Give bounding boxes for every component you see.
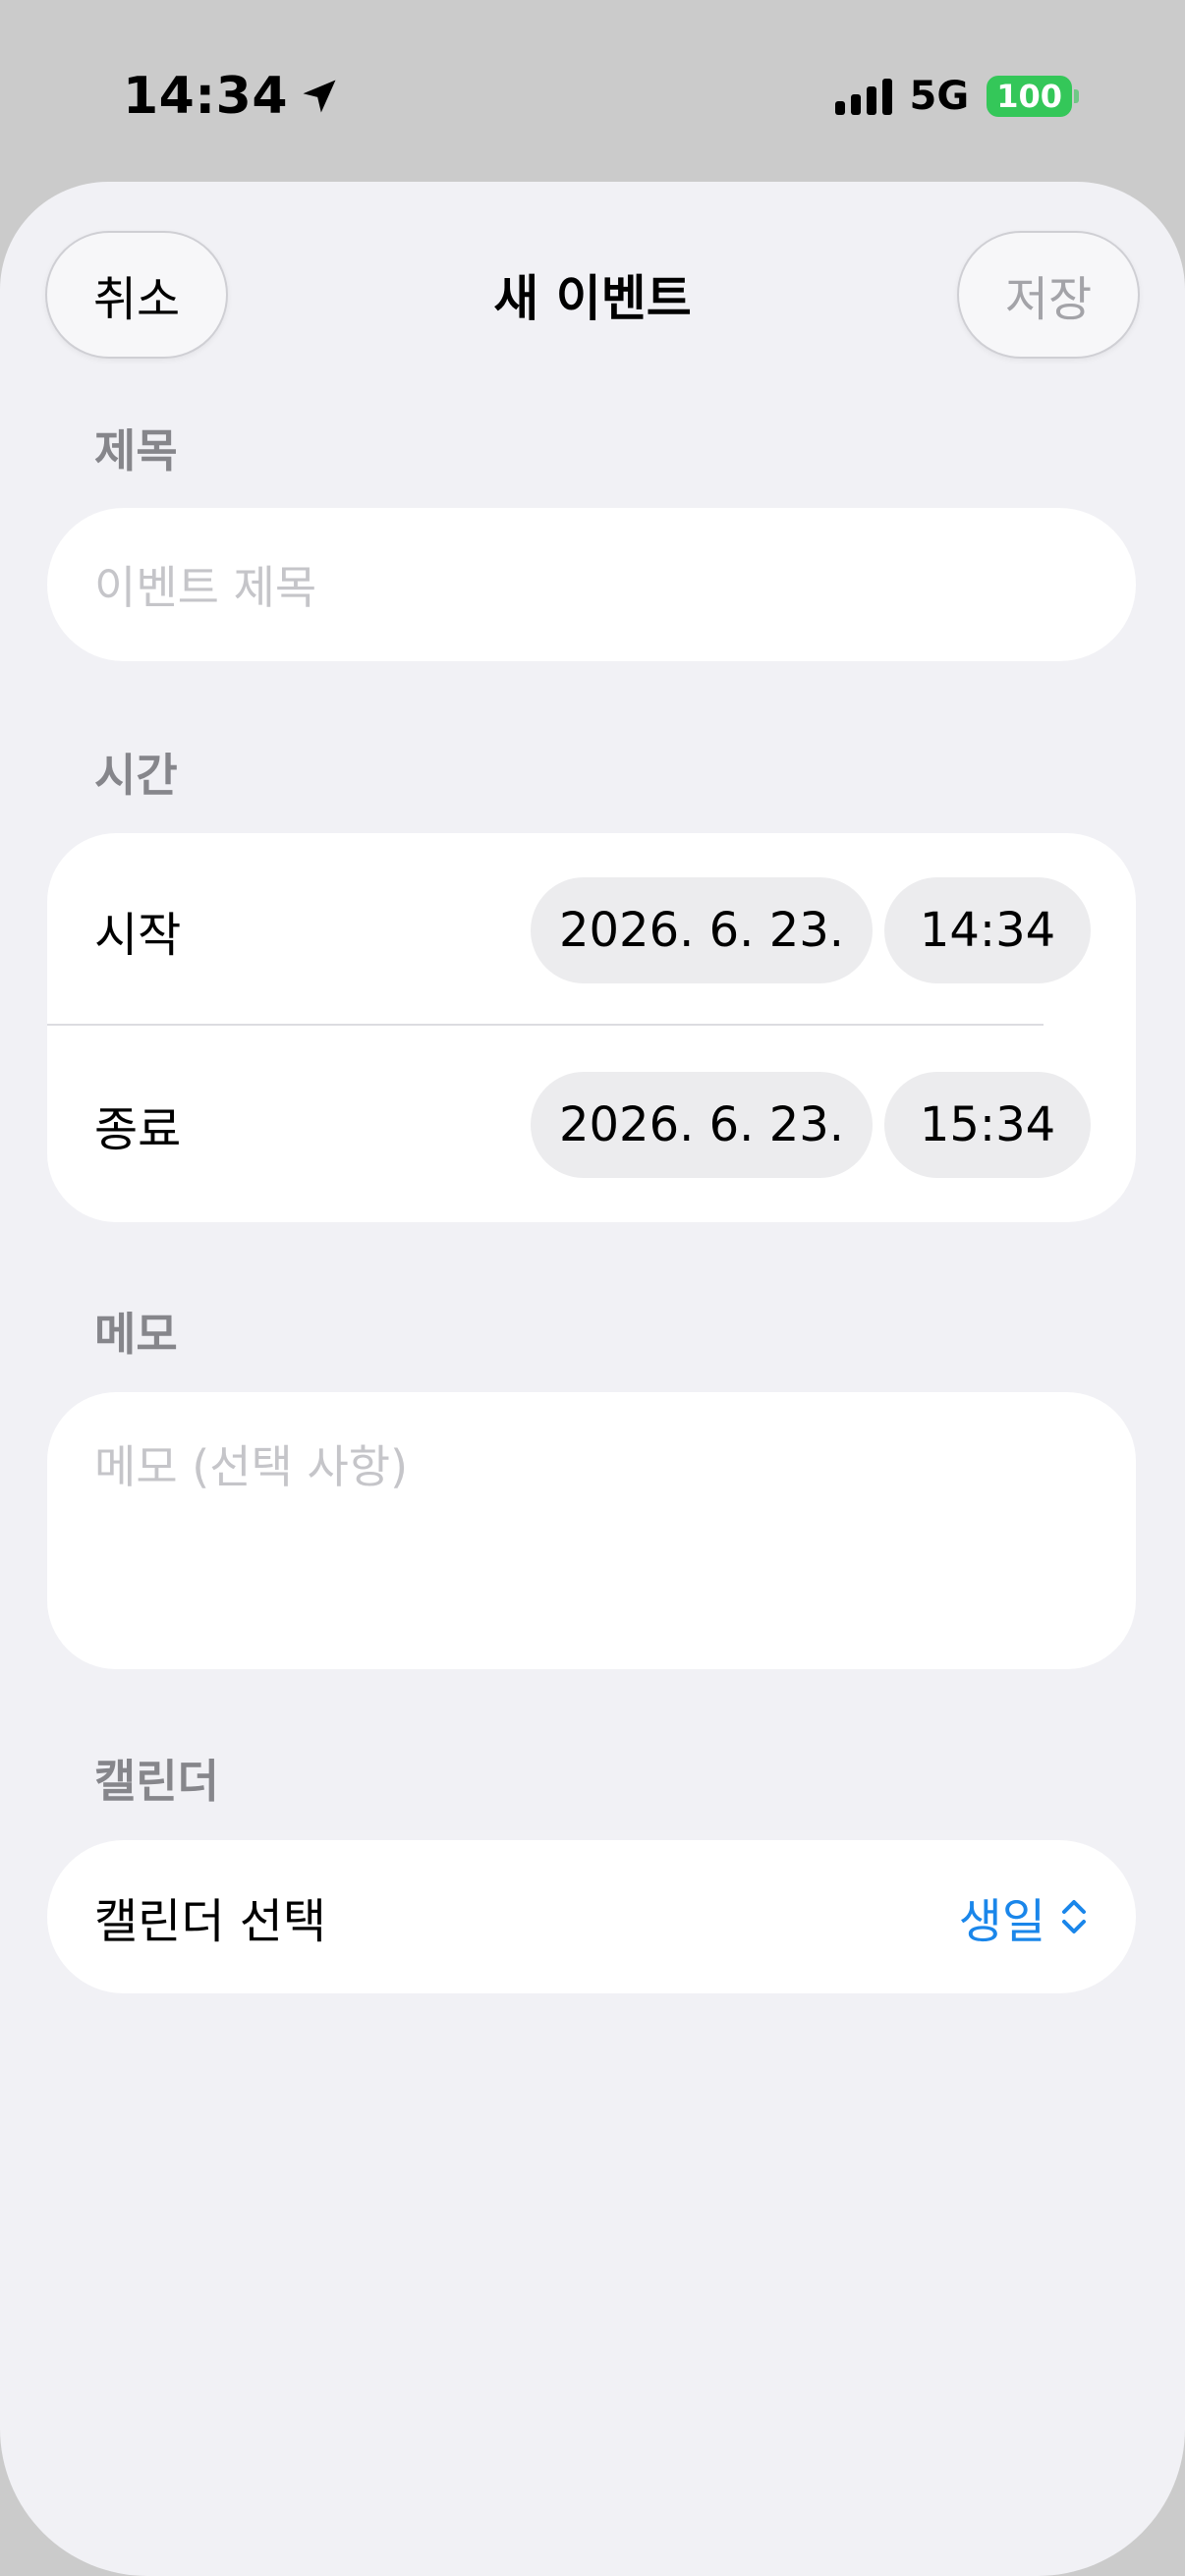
end-row: 종료 2026. 6. 23. 15:34 [47, 1028, 1136, 1222]
start-label: 시작 [94, 908, 182, 963]
calendar-row-label: 캘린더 선택 [94, 1894, 327, 1949]
end-time-button[interactable]: 15:34 [884, 1072, 1091, 1178]
calendar-section-label: 캘린더 [94, 1755, 219, 1808]
status-bar: 14:34 5G 100 [0, 0, 1185, 182]
calendar-picker[interactable]: 생일 [959, 1882, 1089, 1951]
cancel-button[interactable]: 취소 [45, 231, 228, 359]
chevron-up-down-icon [1062, 1900, 1086, 1933]
time-card: 시작 2026. 6. 23. 14:34 종료 2026. 6. 23. 15… [47, 833, 1136, 1222]
battery-icon: 100 [987, 76, 1079, 117]
calendar-selected-value: 생일 [958, 1894, 1045, 1949]
network-type: 5G [909, 74, 970, 119]
location-arrow-icon [303, 80, 336, 113]
cellular-signal-icon [834, 78, 892, 115]
status-time: 14:34 [123, 65, 341, 128]
memo-section-label: 메모 [94, 1308, 178, 1361]
status-indicators: 5G 100 [834, 71, 1079, 122]
event-title-placeholder: 이벤트 제목 [94, 561, 317, 614]
end-date-button[interactable]: 2026. 6. 23. [531, 1072, 873, 1178]
memo-textarea[interactable]: 메모 (선택 사항) [47, 1392, 1136, 1669]
start-row: 시작 2026. 6. 23. 14:34 [47, 833, 1136, 1028]
start-time-button[interactable]: 14:34 [884, 877, 1091, 983]
end-label: 종료 [94, 1102, 182, 1157]
save-button[interactable]: 저장 [957, 231, 1140, 359]
clock-text: 14:34 [123, 67, 289, 126]
title-section-label: 제목 [94, 424, 178, 477]
memo-placeholder: 메모 (선택 사항) [94, 1440, 409, 1493]
new-event-sheet: 새 이벤트 취소 저장 제목 이벤트 제목 시간 시작 2026. 6. 23.… [0, 182, 1185, 2576]
start-date-button[interactable]: 2026. 6. 23. [531, 877, 873, 983]
battery-cap [1074, 89, 1079, 103]
time-row-divider [47, 1024, 1044, 1026]
event-title-input[interactable]: 이벤트 제목 [47, 508, 1136, 661]
sheet-header: 새 이벤트 취소 저장 [0, 231, 1185, 361]
battery-level: 100 [987, 76, 1072, 117]
calendar-select-row[interactable]: 캘린더 선택 생일 [47, 1840, 1136, 1993]
time-section-label: 시간 [94, 749, 178, 802]
